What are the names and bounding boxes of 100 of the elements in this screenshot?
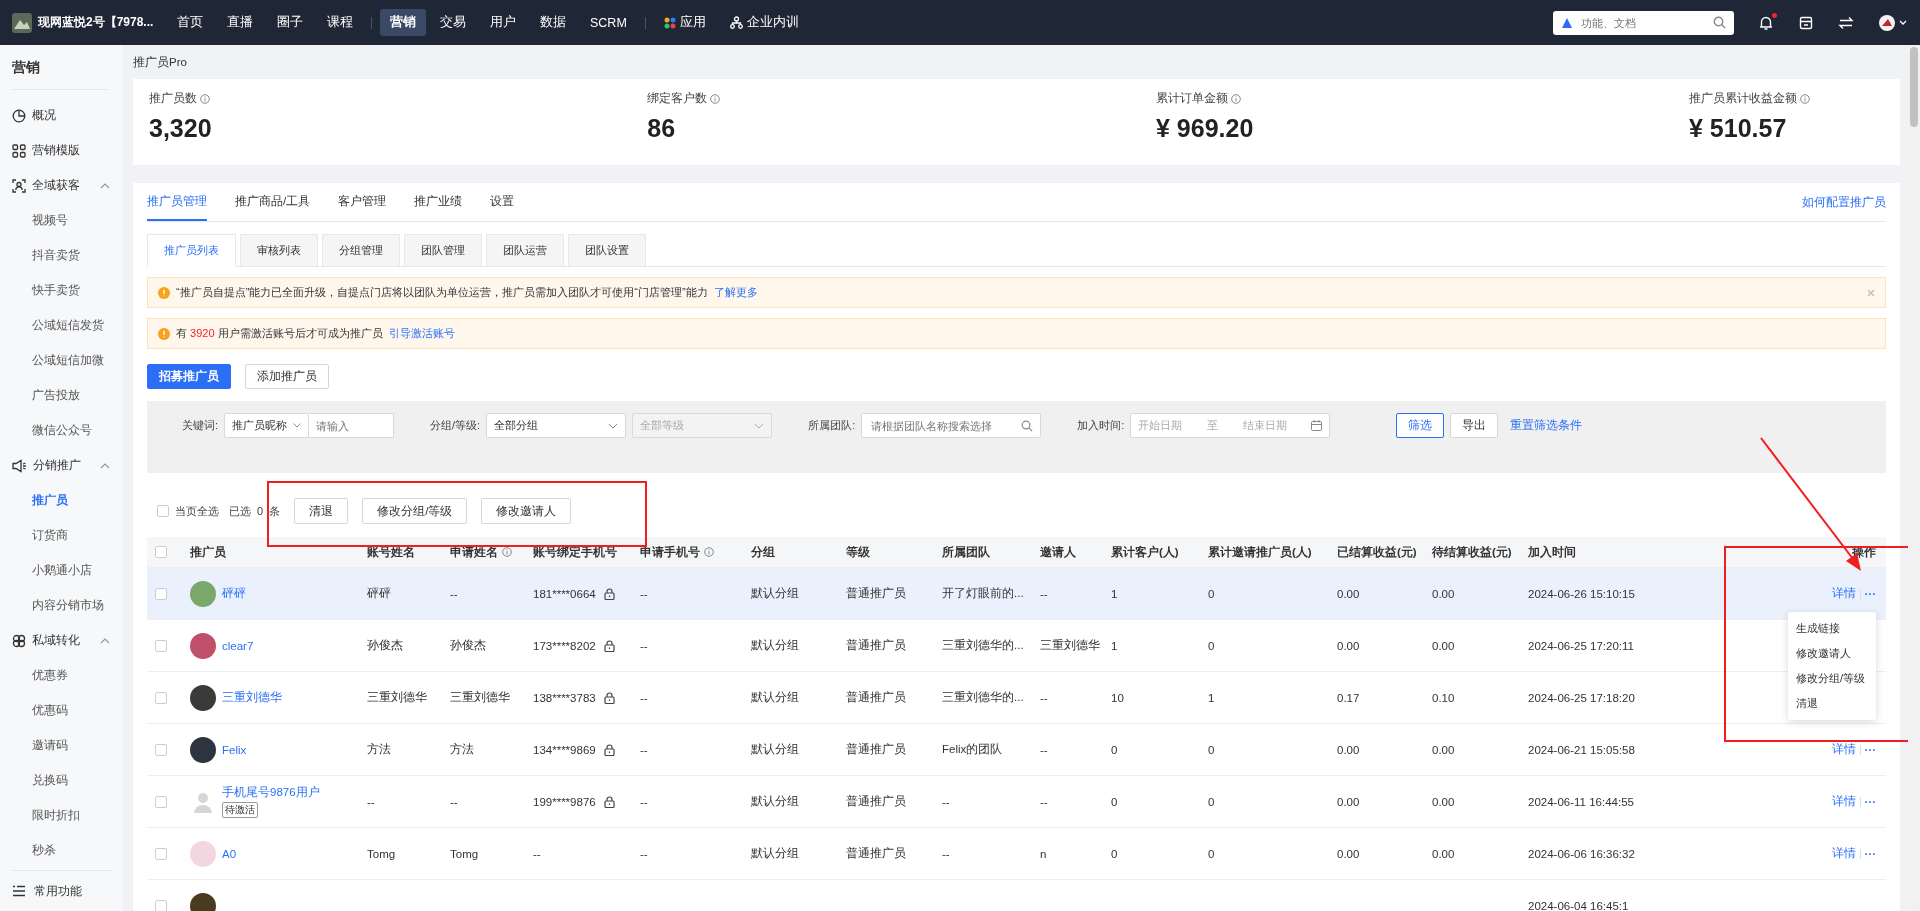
batch-action-button[interactable]: 修改分组/等级 bbox=[362, 498, 468, 524]
info-icon[interactable] bbox=[710, 93, 721, 104]
sidebar-item[interactable]: 秒杀 bbox=[12, 833, 122, 868]
batch-action-button[interactable]: 清退 bbox=[294, 498, 349, 524]
promoter-name-link[interactable]: 手机尾号9876用户 bbox=[222, 785, 320, 800]
info-icon[interactable] bbox=[502, 547, 512, 557]
menu-item[interactable]: 修改邀请人 bbox=[1788, 641, 1876, 666]
sidebar-footer-item[interactable]: 常用功能 bbox=[12, 870, 112, 911]
checkbox[interactable] bbox=[155, 639, 167, 652]
checkbox[interactable] bbox=[155, 587, 167, 600]
tab[interactable]: 客户管理 bbox=[338, 183, 387, 221]
sub-tab[interactable]: 推广员列表 bbox=[147, 234, 236, 267]
info-icon[interactable] bbox=[200, 93, 210, 104]
notice-link[interactable]: 引导激活账号 bbox=[388, 326, 455, 341]
lock-icon[interactable] bbox=[603, 691, 615, 704]
sidebar-item[interactable]: 订货商 bbox=[12, 518, 122, 553]
nav-item[interactable]: 直播 bbox=[217, 9, 263, 36]
sidebar-item[interactable]: 公域短信发货 bbox=[12, 308, 122, 343]
sidebar-group[interactable]: 营销模版 bbox=[12, 133, 110, 168]
promoter-name-link[interactable]: A0 bbox=[222, 847, 237, 860]
promoter-name-link[interactable]: 砰砰 bbox=[222, 586, 246, 601]
promoter-name-link[interactable]: 三重刘德华 bbox=[222, 690, 282, 705]
promoter-name-link[interactable]: clear7 bbox=[222, 639, 254, 652]
nav-item[interactable]: 首页 bbox=[167, 9, 213, 36]
bell-icon[interactable] bbox=[1758, 14, 1774, 31]
select-all-label[interactable]: 当页全选 bbox=[175, 503, 219, 519]
more-actions-button[interactable]: ··· bbox=[1864, 587, 1876, 600]
tab[interactable]: 推广业绩 bbox=[414, 183, 463, 221]
nav-item[interactable]: 课程 bbox=[317, 9, 363, 36]
sidebar-group[interactable]: 概况 bbox=[12, 98, 110, 133]
sidebar-item[interactable]: 快手卖货 bbox=[12, 273, 122, 308]
tab[interactable]: 设置 bbox=[490, 183, 515, 221]
sidebar-group[interactable]: 私域转化 bbox=[12, 623, 110, 658]
nav-item[interactable]: 圈子 bbox=[267, 9, 313, 36]
checkbox[interactable] bbox=[155, 795, 167, 808]
detail-link[interactable]: 详情 bbox=[1831, 846, 1856, 861]
nav-item[interactable]: 应用 bbox=[653, 9, 716, 36]
reset-filters-link[interactable]: 重置筛选条件 bbox=[1510, 413, 1583, 438]
sidebar-item[interactable]: 微信公众号 bbox=[12, 413, 122, 448]
keyword-input[interactable]: 请输入 bbox=[309, 413, 395, 438]
lock-icon[interactable] bbox=[603, 587, 615, 600]
checkbox[interactable] bbox=[155, 899, 167, 911]
sidebar-group[interactable]: 全域获客 bbox=[12, 168, 110, 203]
keyword-type-select[interactable]: 推广员昵称 bbox=[224, 413, 310, 438]
group-select[interactable]: 全部分组 bbox=[486, 413, 627, 438]
menu-item[interactable]: 生成链接 bbox=[1788, 616, 1876, 641]
sub-tab[interactable]: 团队设置 bbox=[568, 234, 646, 266]
nav-item[interactable]: 企业内训 bbox=[719, 9, 809, 36]
detail-link[interactable]: 详情 bbox=[1831, 742, 1856, 757]
tab[interactable]: 推广员管理 bbox=[147, 183, 207, 221]
shop-name[interactable]: 现网蓝悦2号【7978... bbox=[38, 14, 154, 31]
lock-icon[interactable] bbox=[603, 743, 615, 756]
detail-link[interactable]: 详情 bbox=[1831, 586, 1856, 601]
sidebar-item[interactable]: 抖音卖货 bbox=[12, 238, 122, 273]
sidebar-group[interactable]: 分销推广 bbox=[12, 448, 110, 483]
menu-item[interactable]: 修改分组/等级 bbox=[1788, 666, 1876, 691]
close-icon[interactable] bbox=[1867, 288, 1875, 297]
checkbox[interactable] bbox=[155, 691, 167, 704]
checkbox[interactable] bbox=[155, 847, 167, 860]
menu-item[interactable]: 清退 bbox=[1788, 691, 1876, 716]
more-actions-button[interactable]: ··· bbox=[1864, 847, 1876, 860]
sidebar-item[interactable]: 小鹅通小店 bbox=[12, 553, 122, 588]
checkbox[interactable] bbox=[157, 505, 169, 517]
store-icon[interactable] bbox=[1798, 14, 1814, 31]
sidebar-item[interactable]: 推广员 bbox=[12, 483, 122, 518]
search-field[interactable]: 功能、文档 bbox=[1553, 10, 1734, 35]
more-actions-button[interactable]: ··· bbox=[1864, 795, 1876, 808]
export-button[interactable]: 导出 bbox=[1450, 413, 1499, 438]
sub-tab[interactable]: 分组管理 bbox=[322, 234, 400, 266]
lock-icon[interactable] bbox=[603, 795, 615, 808]
more-actions-button[interactable]: ··· bbox=[1864, 743, 1876, 756]
sidebar-item[interactable]: 邀请码 bbox=[12, 728, 122, 763]
nav-item[interactable]: 数据 bbox=[530, 9, 576, 36]
add-button[interactable]: 添加推广员 bbox=[245, 364, 329, 389]
notice-link[interactable]: 了解更多 bbox=[713, 285, 758, 300]
recruit-button[interactable]: 招募推广员 bbox=[147, 364, 231, 389]
info-icon[interactable] bbox=[704, 547, 714, 557]
sub-tab[interactable]: 团队管理 bbox=[404, 234, 482, 266]
help-link[interactable]: 如何配置推广员 bbox=[1802, 193, 1886, 211]
info-icon[interactable] bbox=[1800, 93, 1810, 104]
sidebar-item[interactable]: 视频号 bbox=[12, 203, 122, 238]
sidebar-item[interactable]: 优惠码 bbox=[12, 693, 122, 728]
batch-action-button[interactable]: 修改邀请人 bbox=[481, 498, 572, 524]
sidebar-item[interactable]: 公域短信加微 bbox=[12, 343, 122, 378]
scrollbar-thumb[interactable] bbox=[1910, 47, 1918, 127]
nav-item[interactable]: SCRM bbox=[580, 10, 637, 35]
nav-item[interactable]: 交易 bbox=[430, 9, 476, 36]
sub-tab[interactable]: 审核列表 bbox=[240, 234, 318, 266]
team-search-field[interactable]: 请根据团队名称搜索选择 bbox=[861, 413, 1042, 438]
promoter-name-link[interactable]: Felix bbox=[222, 743, 247, 756]
lock-icon[interactable] bbox=[603, 639, 615, 652]
sidebar-item[interactable]: 兑换码 bbox=[12, 763, 122, 798]
checkbox[interactable] bbox=[155, 546, 167, 558]
sidebar-item[interactable]: 内容分销市场 bbox=[12, 588, 122, 623]
nav-item[interactable]: 用户 bbox=[480, 9, 526, 36]
checkbox[interactable] bbox=[155, 743, 167, 756]
filter-button[interactable]: 筛选 bbox=[1396, 413, 1445, 438]
sidebar-item[interactable]: 广告投放 bbox=[12, 378, 122, 413]
sub-tab[interactable]: 团队运营 bbox=[486, 234, 564, 266]
nav-item[interactable]: 营销 bbox=[380, 9, 426, 36]
